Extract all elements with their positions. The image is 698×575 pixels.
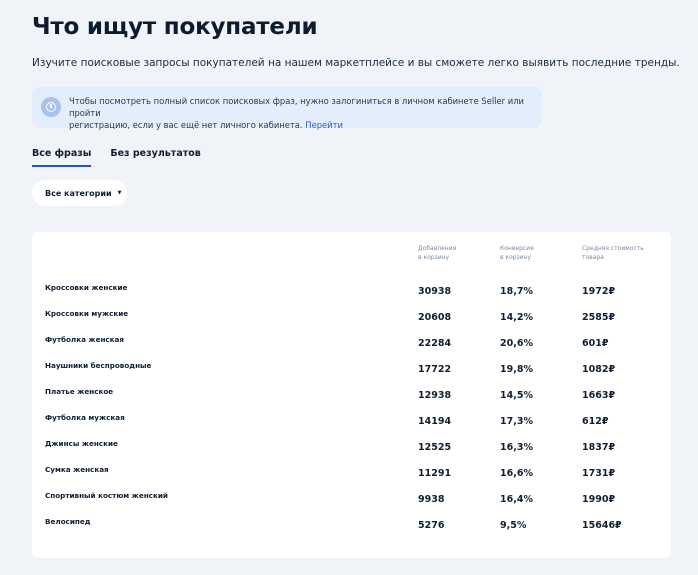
query-name: Кроссовки мужские [45, 309, 129, 318]
chevron-down-icon: ▼ [117, 190, 122, 196]
added-to-cart-value: 5276 [418, 520, 445, 531]
conversion-value: 19,8% [500, 364, 533, 375]
query-name: Велосипед [45, 517, 91, 526]
page-subtitle: Изучите поисковые запросы покупателей на… [32, 57, 680, 69]
notice-go-link[interactable]: Перейти [305, 120, 343, 130]
average-price-value: 1731₽ [582, 468, 616, 479]
query-name: Футболка женская [45, 335, 125, 344]
added-to-cart-value: 9938 [418, 494, 445, 505]
notice-text: Чтобы посмотреть полный список поисковых… [69, 95, 529, 131]
tab-no-results[interactable]: Без результатов [110, 148, 200, 167]
average-price-value: 2585₽ [582, 312, 616, 323]
average-price-value: 612₽ [582, 416, 609, 427]
query-name: Спортивный костюм женский [45, 491, 168, 500]
added-to-cart-value: 22284 [418, 338, 452, 349]
table-row: Кроссовки женские 30938 18,7% 1972₽ [32, 283, 671, 309]
page: Что ищут покупатели Изучите поисковые за… [0, 0, 698, 575]
login-notice: Чтобы посмотреть полный список поисковых… [32, 87, 542, 131]
average-price-value: 15646₽ [582, 520, 622, 531]
query-name: Джинсы женские [45, 439, 118, 448]
page-title: Что ищут покупатели [32, 14, 318, 40]
notice-text-line2: регистрацию, если у вас ещё нет личного … [69, 120, 303, 130]
category-dropdown[interactable]: Все категории ▼ [32, 180, 127, 206]
conversion-value: 20,6% [500, 338, 533, 349]
average-price-value: 601₽ [582, 338, 609, 349]
average-price-value: 1990₽ [582, 494, 616, 505]
tabs: Все фразы Без результатов [32, 148, 201, 167]
conversion-value: 14,5% [500, 390, 533, 401]
column-header-price: Средняя стоимость товара [582, 245, 644, 261]
search-phrases-table: Добавления в корзину Конверсия в корзину… [32, 232, 671, 558]
category-dropdown-label: Все категории [45, 188, 112, 198]
table-row: Кроссовки мужские 20608 14,2% 2585₽ [32, 309, 671, 335]
average-price-value: 1663₽ [582, 390, 616, 401]
tab-all-phrases[interactable]: Все фразы [32, 148, 92, 167]
table-row: Платье женское 12938 14,5% 1663₽ [32, 387, 671, 413]
conversion-value: 18,7% [500, 286, 533, 297]
table-row: Футболка женская 22284 20,6% 601₽ [32, 335, 671, 361]
added-to-cart-value: 12525 [418, 442, 452, 453]
column-header-added: Добавления в корзину [418, 245, 457, 261]
conversion-value: 16,6% [500, 468, 533, 479]
added-to-cart-value: 20608 [418, 312, 452, 323]
info-icon [41, 97, 61, 117]
table-row: Спортивный костюм женский 9938 16,4% 1990₽ [32, 491, 671, 517]
conversion-value: 16,3% [500, 442, 533, 453]
conversion-value: 17,3% [500, 416, 533, 427]
added-to-cart-value: 17722 [418, 364, 452, 375]
query-name: Сумка женская [45, 465, 109, 474]
conversion-value: 16,4% [500, 494, 533, 505]
table-row: Сумка женская 11291 16,6% 1731₽ [32, 465, 671, 491]
table-row: Наушники беспроводные 17722 19,8% 1082₽ [32, 361, 671, 387]
query-name: Футболка мужская [45, 413, 125, 422]
notice-text-line1: Чтобы посмотреть полный список поисковых… [69, 96, 524, 118]
query-name: Кроссовки женские [45, 283, 128, 292]
query-name: Платье женское [45, 387, 114, 396]
average-price-value: 1082₽ [582, 364, 616, 375]
conversion-value: 9,5% [500, 520, 527, 531]
query-name: Наушники беспроводные [45, 361, 152, 370]
added-to-cart-value: 14194 [418, 416, 452, 427]
conversion-value: 14,2% [500, 312, 533, 323]
column-header-conversion: Конверсия в корзину [500, 245, 534, 261]
average-price-value: 1837₽ [582, 442, 616, 453]
average-price-value: 1972₽ [582, 286, 616, 297]
table-row: Велосипед 5276 9,5% 15646₽ [32, 517, 671, 543]
table-row: Футболка мужская 14194 17,3% 612₽ [32, 413, 671, 439]
added-to-cart-value: 30938 [418, 286, 452, 297]
added-to-cart-value: 12938 [418, 390, 452, 401]
added-to-cart-value: 11291 [418, 468, 452, 479]
table-row: Джинсы женские 12525 16,3% 1837₽ [32, 439, 671, 465]
